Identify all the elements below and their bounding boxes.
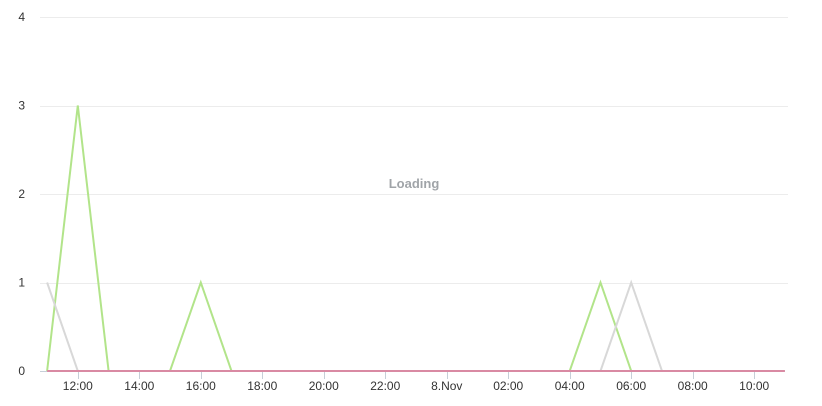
y-tick-label: 1 (18, 276, 25, 290)
y-tick-label: 0 (18, 364, 25, 378)
y-tick-label: 4 (18, 10, 25, 24)
x-tick-label: 16:00 (186, 379, 216, 393)
x-tick-label: 04:00 (555, 379, 585, 393)
y-axis-labels: 0 1 2 3 4 (18, 10, 25, 378)
series-lines (46, 105, 785, 372)
series-line-2 (46, 279, 785, 372)
chart: 0 1 2 3 4 12:00 14:00 16:00 18:00 20:00 22:00 8.No… (18, 10, 788, 393)
grid-lines (40, 17, 788, 284)
x-axis (40, 371, 784, 379)
x-tick-label: 06:00 (616, 379, 646, 393)
x-tick-label: 20:00 (309, 379, 339, 393)
x-tick-label: 08:00 (678, 379, 708, 393)
y-tick-label: 2 (18, 187, 25, 201)
x-tick-label: 14:00 (124, 379, 154, 393)
x-tick-label: 12:00 (63, 379, 93, 393)
y-tick-label: 3 (18, 99, 25, 113)
x-axis-labels: 12:00 14:00 16:00 18:00 20:00 22:00 8.Nov 02:00… (63, 379, 770, 393)
x-tick-label: 10:00 (739, 379, 769, 393)
x-tick-label: 02:00 (493, 379, 523, 393)
x-tick-label: 8.Nov (431, 379, 462, 393)
series-line-1 (46, 105, 785, 372)
x-tick-label: 18:00 (247, 379, 277, 393)
x-tick-label: 22:00 (370, 379, 400, 393)
